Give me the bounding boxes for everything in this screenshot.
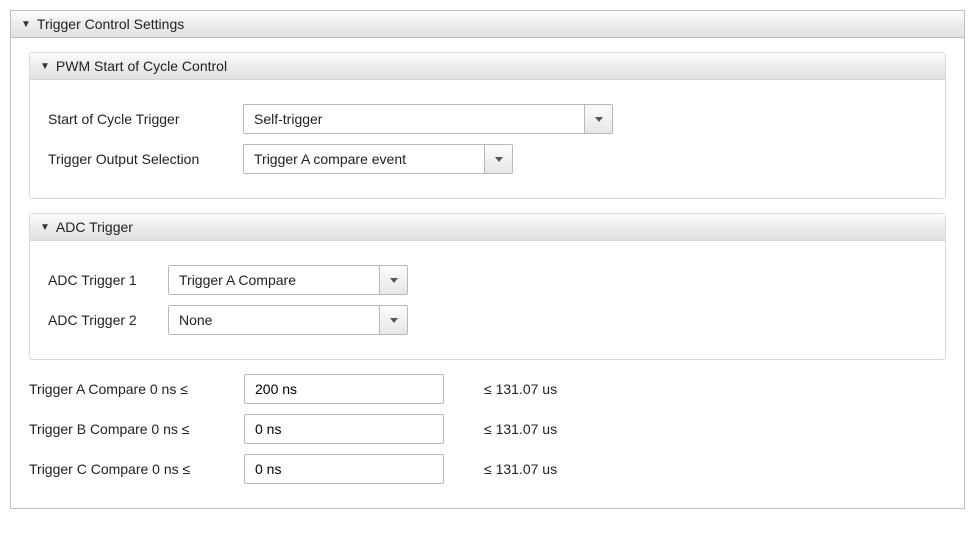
trigger-c-compare-max: ≤ 131.07 us [484, 461, 557, 477]
trigger-a-compare-input[interactable] [244, 374, 444, 404]
trigger-control-settings-header[interactable]: ▼ Trigger Control Settings [11, 11, 964, 38]
disclosure-triangle-icon: ▼ [21, 19, 31, 30]
trigger-b-compare-max: ≤ 131.07 us [484, 421, 557, 437]
trigger-b-compare-label: Trigger B Compare 0 ns ≤ [29, 421, 234, 437]
adc-trigger-panel: ▼ ADC Trigger ADC Trigger 1 Trigger A Co… [29, 213, 946, 360]
trigger-a-compare-row: Trigger A Compare 0 ns ≤ ≤ 131.07 us [29, 374, 946, 404]
adc-trigger-2-label: ADC Trigger 2 [48, 312, 158, 328]
trigger-a-compare-max: ≤ 131.07 us [484, 381, 557, 397]
chevron-down-icon [390, 278, 398, 283]
chevron-down-icon [390, 318, 398, 323]
panel-title: Trigger Control Settings [37, 16, 184, 32]
trigger-b-compare-row: Trigger B Compare 0 ns ≤ ≤ 131.07 us [29, 414, 946, 444]
trigger-control-settings-panel: ▼ Trigger Control Settings ▼ PWM Start o… [10, 10, 965, 509]
chevron-down-icon [595, 117, 603, 122]
select-value: None [169, 306, 379, 334]
pwm-start-of-cycle-body: Start of Cycle Trigger Self-trigger Trig… [30, 80, 945, 198]
trigger-output-selection-label: Trigger Output Selection [48, 151, 233, 167]
dropdown-button[interactable] [584, 105, 612, 133]
panel-title: PWM Start of Cycle Control [56, 58, 227, 74]
adc-trigger-1-row: ADC Trigger 1 Trigger A Compare [48, 265, 927, 295]
dropdown-button[interactable] [379, 306, 407, 334]
dropdown-button[interactable] [379, 266, 407, 294]
adc-trigger-2-select[interactable]: None [168, 305, 408, 335]
start-of-cycle-label: Start of Cycle Trigger [48, 111, 233, 127]
disclosure-triangle-icon: ▼ [40, 61, 50, 72]
adc-trigger-header[interactable]: ▼ ADC Trigger [30, 214, 945, 241]
adc-trigger-1-select[interactable]: Trigger A Compare [168, 265, 408, 295]
trigger-output-selection-row: Trigger Output Selection Trigger A compa… [48, 144, 927, 174]
trigger-control-settings-body: ▼ PWM Start of Cycle Control Start of Cy… [11, 38, 964, 508]
dropdown-button[interactable] [484, 145, 512, 173]
adc-trigger-body: ADC Trigger 1 Trigger A Compare ADC Trig… [30, 241, 945, 359]
trigger-c-compare-input[interactable] [244, 454, 444, 484]
trigger-output-selection-select[interactable]: Trigger A compare event [243, 144, 513, 174]
trigger-c-compare-row: Trigger C Compare 0 ns ≤ ≤ 131.07 us [29, 454, 946, 484]
trigger-b-compare-input[interactable] [244, 414, 444, 444]
start-of-cycle-select[interactable]: Self-trigger [243, 104, 613, 134]
trigger-a-compare-label: Trigger A Compare 0 ns ≤ [29, 381, 234, 397]
adc-trigger-1-label: ADC Trigger 1 [48, 272, 158, 288]
select-value: Trigger A Compare [169, 266, 379, 294]
start-of-cycle-row: Start of Cycle Trigger Self-trigger [48, 104, 927, 134]
pwm-start-of-cycle-header[interactable]: ▼ PWM Start of Cycle Control [30, 53, 945, 80]
disclosure-triangle-icon: ▼ [40, 222, 50, 233]
select-value: Trigger A compare event [244, 145, 484, 173]
select-value: Self-trigger [244, 105, 584, 133]
pwm-start-of-cycle-panel: ▼ PWM Start of Cycle Control Start of Cy… [29, 52, 946, 199]
chevron-down-icon [495, 157, 503, 162]
adc-trigger-2-row: ADC Trigger 2 None [48, 305, 927, 335]
panel-title: ADC Trigger [56, 219, 133, 235]
trigger-c-compare-label: Trigger C Compare 0 ns ≤ [29, 461, 234, 477]
